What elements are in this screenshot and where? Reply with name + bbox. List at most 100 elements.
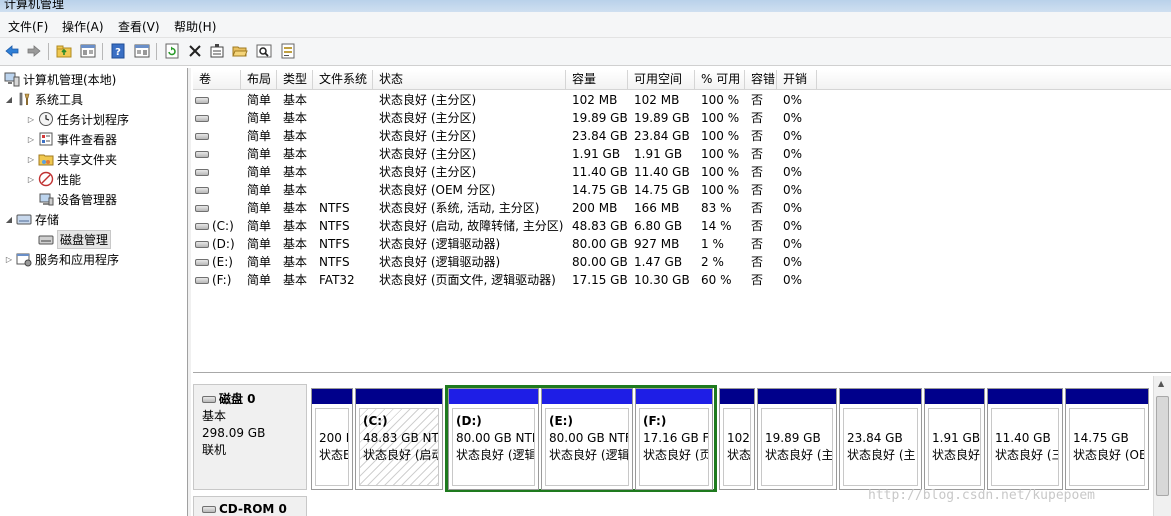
tree-item-system-tools[interactable]: ◢ 系统工具	[4, 90, 83, 108]
disk-0-info[interactable]: 磁盘 0 基本 298.09 GB 联机	[193, 384, 307, 490]
forward-icon[interactable]	[25, 42, 43, 60]
column-header-type[interactable]: 类型	[277, 70, 313, 90]
settings-icon[interactable]	[279, 42, 297, 60]
partition-block[interactable]: 11.40 GB 状态良好 (三	[987, 388, 1063, 490]
computer-management-icon	[4, 71, 20, 87]
partition-size: 1.91 GB	[932, 431, 980, 445]
partition-status: 状态良好 (OE	[1073, 448, 1144, 462]
column-header-volume[interactable]: 卷	[193, 70, 241, 90]
column-header-free-space[interactable]: 可用空间	[628, 70, 695, 90]
partition-block[interactable]: 1.91 GB 状态良好	[924, 388, 985, 490]
open-icon[interactable]	[231, 42, 249, 60]
partition-block[interactable]: 14.75 GB 状态良好 (OE	[1065, 388, 1149, 490]
partition-type-bar	[988, 389, 1062, 404]
column-header-overhead[interactable]: 开销	[777, 70, 817, 90]
tree-item-computer-management[interactable]: 计算机管理(本地)	[2, 70, 116, 88]
collapsed-arrow-icon[interactable]: ▷	[26, 155, 36, 164]
table-row[interactable]: 简单 基本 状态良好 (主分区) 19.89 GB 19.89 GB 100 % 否 0%	[193, 109, 1171, 127]
collapsed-arrow-icon[interactable]: ▷	[26, 175, 36, 184]
column-header-fault-tolerance[interactable]: 容错	[745, 70, 777, 90]
tree-item-storage[interactable]: ◢ 存储	[4, 210, 59, 228]
expanded-arrow-icon[interactable]: ◢	[4, 215, 14, 224]
tree-item-services-apps[interactable]: ▷ 服务和应用程序	[4, 250, 119, 268]
table-row[interactable]: 简单 基本 状态良好 (OEM 分区) 14.75 GB 14.75 GB 100 % 否 0…	[193, 181, 1171, 199]
cell-type: 基本	[283, 219, 308, 233]
cell-percent-free: 100 %	[701, 147, 740, 161]
cell-layout: 简单	[247, 183, 272, 197]
tree-item-disk-management[interactable]: 磁盘管理	[36, 229, 112, 249]
partition-block[interactable]: (D:) 80.00 GB NTI 状态良好 (逻辑	[448, 388, 539, 490]
cell-overhead: 0%	[783, 183, 803, 197]
column-header-status[interactable]: 状态	[373, 70, 566, 90]
cell-free-space: 927 MB	[634, 237, 680, 251]
column-header-layout[interactable]: 布局	[241, 70, 277, 90]
back-icon[interactable]	[3, 42, 21, 60]
cell-overhead: 0%	[783, 147, 803, 161]
column-header-capacity[interactable]: 容量	[566, 70, 628, 90]
table-row[interactable]: 简单 基本 状态良好 (主分区) 102 MB 102 MB 100 % 否 0%	[193, 91, 1171, 109]
disk-view-scrollbar[interactable]: ▲	[1153, 376, 1171, 516]
volume-icon	[195, 223, 209, 230]
table-row[interactable]: 简单 基本 状态良好 (主分区) 23.84 GB 23.84 GB 100 % 否 0%	[193, 127, 1171, 145]
table-row[interactable]: (D:) 简单 基本 NTFS 状态良好 (逻辑驱动器) 80.00 GB 927 MB 1 …	[193, 235, 1171, 253]
cell-filesystem	[319, 163, 375, 181]
partition-block[interactable]: 102 状态	[719, 388, 755, 490]
cdrom-0-name: CD-ROM 0	[219, 502, 287, 516]
partition-block[interactable]: (E:) 80.00 GB NTF 状态良好 (逻辑	[541, 388, 633, 490]
scrollbar-thumb[interactable]	[1156, 396, 1169, 496]
table-row[interactable]: 简单 基本 NTFS 状态良好 (系统, 活动, 主分区) 200 MB 166 MB 83…	[193, 199, 1171, 217]
menu-file[interactable]: 文件(F)	[8, 18, 48, 35]
cell-type: 基本	[283, 165, 308, 179]
tree-item-performance[interactable]: ▷ 性能	[26, 170, 81, 188]
search-icon[interactable]	[255, 42, 273, 60]
partition-name	[932, 413, 980, 430]
collapsed-arrow-icon[interactable]: ▷	[4, 255, 14, 264]
cdrom-0-info[interactable]: CD-ROM 0	[193, 496, 307, 516]
table-row[interactable]: (F:) 简单 基本 FAT32 状态良好 (页面文件, 逻辑驱动器) 17.15 GB 1…	[193, 271, 1171, 289]
tree-item-shared-folders[interactable]: ▷ 共享文件夹	[26, 150, 117, 168]
partition-block[interactable]: 200 I 状态E	[311, 388, 353, 490]
partition-block[interactable]: 23.84 GB 状态良好 (主	[839, 388, 922, 490]
refresh-icon[interactable]	[163, 42, 181, 60]
scroll-up-arrow-icon[interactable]: ▲	[1158, 379, 1164, 388]
table-row[interactable]: 简单 基本 状态良好 (主分区) 1.91 GB 1.91 GB 100 % 否 0%	[193, 145, 1171, 163]
up-folder-icon[interactable]	[55, 42, 73, 60]
cell-layout: 简单	[247, 237, 272, 251]
partition-block[interactable]: (C:) 48.83 GB NTI 状态良好 (启动	[355, 388, 443, 490]
partition-block[interactable]: 19.89 GB 状态良好 (主	[757, 388, 837, 490]
expanded-arrow-icon[interactable]: ◢	[4, 95, 14, 104]
cell-percent-free: 14 %	[701, 219, 732, 233]
volume-icon	[195, 241, 209, 248]
properties-pane-icon[interactable]	[133, 42, 151, 60]
pane-splitter[interactable]	[188, 68, 191, 516]
collapsed-arrow-icon[interactable]: ▷	[26, 135, 36, 144]
table-row[interactable]: (E:) 简单 基本 NTFS 状态良好 (逻辑驱动器) 80.00 GB 1.47 GB 2…	[193, 253, 1171, 271]
column-header-percent-free[interactable]: % 可用	[695, 70, 745, 90]
volume-list: 卷 布局 类型 文件系统 状态 容量 可用空间 % 可用 容错 开销 简单 基本状…	[193, 70, 1171, 373]
partition-block[interactable]: (F:) 17.16 GB F 状态良好 (页	[635, 388, 713, 490]
cell-volume	[195, 109, 239, 127]
table-row[interactable]: 简单 基本 状态良好 (主分区) 11.40 GB 11.40 GB 100 % 否 0%	[193, 163, 1171, 181]
cell-type: 基本	[283, 255, 308, 269]
column-header-filesystem[interactable]: 文件系统	[313, 70, 373, 90]
cell-free-space: 102 MB	[634, 93, 680, 107]
collapsed-arrow-icon[interactable]: ▷	[26, 115, 36, 124]
delete-icon[interactable]	[186, 42, 204, 60]
partition-type-bar	[758, 389, 836, 404]
properties-icon[interactable]	[208, 42, 226, 60]
partition-name	[727, 413, 750, 430]
menu-action[interactable]: 操作(A)	[62, 18, 104, 35]
menu-help[interactable]: 帮助(H)	[174, 18, 216, 35]
table-row[interactable]: (C:) 简单 基本 NTFS 状态良好 (启动, 故障转储, 主分区) 48.83 GB…	[193, 217, 1171, 235]
tree-item-task-scheduler[interactable]: ▷ 任务计划程序	[26, 110, 129, 128]
show-hide-tree-icon[interactable]	[79, 42, 97, 60]
cell-percent-free: 83 %	[701, 201, 732, 215]
tree-item-device-manager[interactable]: 设备管理器	[36, 190, 117, 208]
title-bar: 计算机管理	[0, 0, 1171, 12]
help-icon[interactable]: ?	[109, 42, 127, 60]
cell-capacity: 48.83 GB	[572, 219, 628, 233]
tree-item-event-viewer[interactable]: ▷ 事件查看器	[26, 130, 117, 148]
partition-size: 23.84 GB	[847, 431, 903, 445]
partition-name	[1073, 413, 1144, 430]
menu-view[interactable]: 查看(V)	[118, 18, 160, 35]
